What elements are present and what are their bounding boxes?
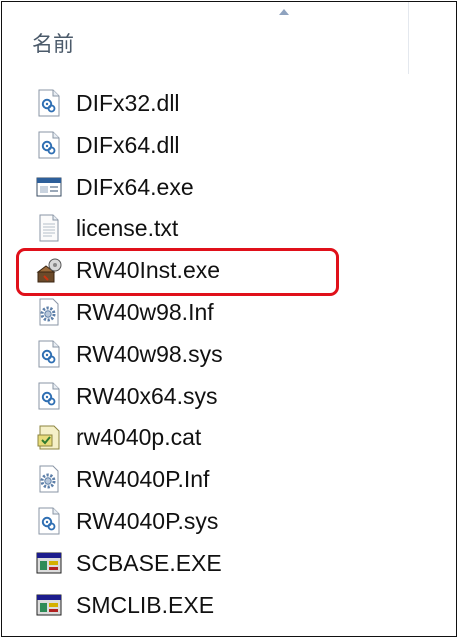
file-name: rw4040p.cat <box>76 424 202 451</box>
file-item-rw4040p-cat[interactable]: rw4040p.cat <box>2 416 456 458</box>
file-item-difx64-exe[interactable]: DIFx64.exe <box>2 166 456 208</box>
file-name: RW40x64.sys <box>76 382 218 409</box>
file-name: DIFx64.dll <box>76 131 180 158</box>
file-item-rw40w98-inf[interactable]: RW40w98.Inf <box>2 291 456 333</box>
text-file-icon <box>36 214 62 242</box>
file-item-difx64-dll[interactable]: DIFx64.dll <box>2 124 456 166</box>
exe-window-icon <box>36 173 62 201</box>
file-item-smclib-exe[interactable]: SMCLIB.EXE <box>2 584 456 626</box>
file-item-difx32-dll[interactable]: DIFx32.dll <box>2 82 456 124</box>
column-divider[interactable] <box>408 2 409 74</box>
sys-file-icon <box>36 382 62 410</box>
file-name: DIFx32.dll <box>76 90 180 116</box>
file-name: DIFx64.exe <box>76 173 194 200</box>
file-name: RW4040P.Inf <box>76 466 210 493</box>
file-explorer-pane: 名前 DIFx32.dll DIFx64.dll DIFx64.exe license… <box>1 1 457 637</box>
file-name: SMCLIB.EXE <box>76 591 215 618</box>
file-item-scbase-exe[interactable]: SCBASE.EXE <box>2 542 456 584</box>
file-name: RW40w98.Inf <box>76 299 214 325</box>
file-name: RW4040P.sys <box>76 508 219 534</box>
file-item-rw4040p-inf[interactable]: RW4040P.Inf <box>2 458 456 500</box>
dll-file-icon <box>36 89 62 117</box>
sys-file-icon <box>36 340 62 368</box>
catalog-file-icon <box>36 423 62 451</box>
inf-settings-icon <box>36 298 62 326</box>
legacy-exe-icon <box>36 549 62 577</box>
file-item-license-txt[interactable]: license.txt <box>2 207 456 249</box>
dll-file-icon <box>36 131 62 159</box>
file-item-rw4040p-sys[interactable]: RW4040P.sys <box>2 500 456 542</box>
highlight-box-rw40inst <box>16 248 339 296</box>
inf-settings-icon <box>36 465 62 493</box>
sys-file-icon <box>36 507 62 535</box>
column-header-name[interactable]: 名前 <box>2 2 456 74</box>
column-header-label: 名前 <box>32 32 74 56</box>
file-name: SCBASE.EXE <box>76 549 222 576</box>
legacy-exe-icon <box>36 591 62 619</box>
sort-ascending-icon <box>279 9 289 15</box>
file-item-rw40x64-sys[interactable]: RW40x64.sys <box>2 375 456 417</box>
file-name: RW40w98.sys <box>76 340 223 367</box>
file-item-rw40w98-sys[interactable]: RW40w98.sys <box>2 333 456 375</box>
file-name: license.txt <box>76 215 179 242</box>
